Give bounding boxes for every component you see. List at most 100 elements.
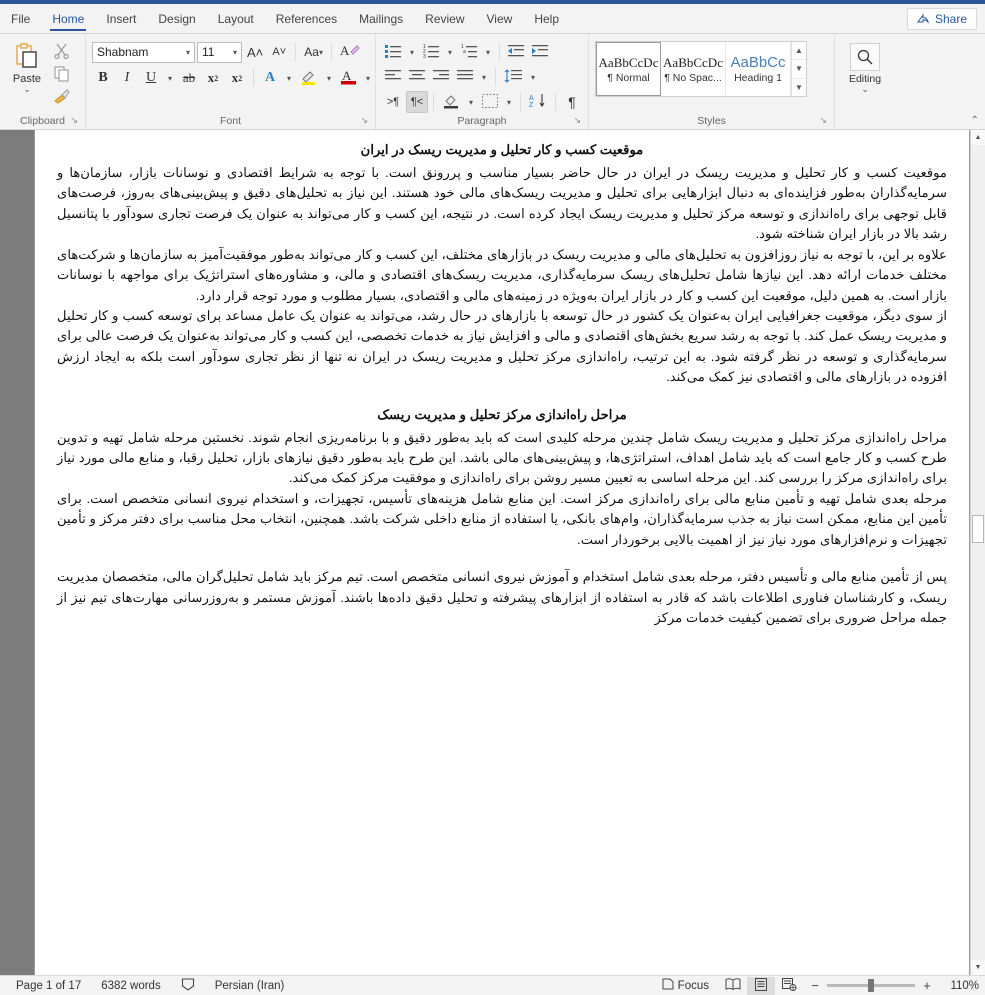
paintbrush-icon[interactable] (53, 88, 73, 108)
styles-scroll-up-icon[interactable]: ▲ (792, 42, 806, 61)
language-indicator[interactable]: Persian (Iran) (205, 980, 295, 992)
zoom-in-button[interactable]: + (921, 978, 933, 993)
font-name-chevron-down-icon[interactable]: ▾ (186, 48, 190, 57)
scroll-up-icon[interactable]: ▲ (971, 130, 985, 145)
underline-chevron-down-icon[interactable]: ▾ (164, 67, 176, 89)
grow-font-button[interactable]: A˄ (244, 41, 266, 63)
shrink-font-button[interactable]: A˅ (268, 41, 290, 63)
tab-mailings[interactable]: Mailings (348, 4, 414, 33)
tab-review[interactable]: Review (414, 4, 475, 33)
collapse-ribbon-icon[interactable]: ⌃ (971, 115, 979, 126)
zoom-level[interactable]: 110% (939, 980, 979, 992)
tab-view[interactable]: View (476, 4, 524, 33)
word-count[interactable]: 6382 words (91, 980, 170, 992)
superscript-button[interactable]: x2 (226, 67, 248, 89)
change-case-button[interactable]: Aa ▾ (301, 41, 326, 63)
text-effects-chevron-down-icon[interactable]: ▾ (283, 67, 295, 89)
web-layout-button[interactable] (775, 977, 803, 995)
style-normal[interactable]: AaBbCcDc ¶ Normal (596, 42, 661, 96)
editing-button[interactable]: Editing ⌄ (839, 39, 891, 94)
style-heading-1[interactable]: AaBbCс Heading 1 (726, 42, 791, 96)
subscript-button[interactable]: x2 (202, 67, 224, 89)
print-layout-button[interactable] (747, 976, 775, 995)
show-formatting-marks-button[interactable]: ¶ (561, 91, 583, 113)
document-area: موقعیت کسب و کار تحلیل و مدیریت ریسک در … (0, 130, 985, 975)
strikethrough-button[interactable]: ab (178, 67, 200, 89)
styles-scroll-down-icon[interactable]: ▼ (792, 60, 806, 79)
scissors-icon[interactable] (53, 42, 73, 62)
align-left-button[interactable] (382, 66, 404, 88)
scroll-down-icon[interactable]: ▼ (971, 960, 985, 975)
clipboard-dialog-launcher[interactable]: ↘ (70, 113, 78, 128)
decrease-indent-button[interactable] (505, 41, 527, 63)
styles-dialog-launcher[interactable]: ↘ (819, 113, 827, 128)
proofing-errors-icon[interactable] (171, 977, 205, 994)
vertical-scrollbar[interactable]: ▲ ▼ (970, 130, 985, 975)
align-center-icon (409, 69, 425, 85)
tab-references[interactable]: References (265, 4, 348, 33)
shading-button[interactable] (439, 91, 463, 113)
numbering-chevron-down-icon[interactable]: ▾ (444, 41, 456, 63)
tab-home[interactable]: Home (41, 4, 95, 33)
scrollbar-track[interactable] (971, 145, 985, 960)
italic-button[interactable]: I (116, 67, 138, 89)
rtl-text-direction-button[interactable]: ¶< (406, 91, 428, 113)
document-page[interactable]: موقعیت کسب و کار تحلیل و مدیریت ریسک در … (34, 130, 970, 975)
ltr-text-direction-button[interactable]: >¶ (382, 91, 404, 113)
focus-mode-button[interactable]: Focus (652, 978, 719, 993)
font-dialog-launcher[interactable]: ↘ (360, 113, 368, 128)
font-color-button[interactable]: A (337, 67, 360, 89)
justify-chevron-down-icon[interactable]: ▾ (478, 66, 490, 88)
font-size-chevron-down-icon[interactable]: ▾ (233, 48, 237, 57)
tab-insert[interactable]: Insert (95, 4, 147, 33)
editing-chevron-down-icon[interactable]: ⌄ (861, 85, 869, 94)
paste-button[interactable]: Paste ⌄ (4, 39, 50, 94)
page-indicator[interactable]: Page 1 of 17 (6, 980, 91, 992)
font-name-input[interactable]: Shabnam ▾ (92, 41, 195, 63)
change-case-chevron-down-icon[interactable]: ▾ (319, 48, 323, 57)
paragraph-dialog-launcher[interactable]: ↘ (573, 113, 581, 128)
styles-more-icon[interactable]: ▼ (792, 79, 806, 96)
highlight-chevron-down-icon[interactable]: ▾ (323, 67, 335, 89)
increase-indent-button[interactable] (529, 41, 551, 63)
shading-chevron-down-icon[interactable]: ▾ (465, 91, 477, 113)
justify-button[interactable] (454, 66, 476, 88)
copy-icon[interactable] (53, 65, 73, 85)
font-size-input[interactable]: 11 ▾ (197, 41, 242, 63)
style-no-spacing[interactable]: AaBbCcDc ¶ No Spac... (661, 42, 726, 96)
bullets-button[interactable] (382, 41, 404, 63)
multilevel-chevron-down-icon[interactable]: ▾ (482, 41, 494, 63)
zoom-track[interactable] (827, 979, 915, 992)
numbering-button[interactable]: 123 (420, 41, 442, 63)
style-normal-preview: AaBbCcDc (598, 54, 659, 70)
align-right-button[interactable] (430, 66, 452, 88)
tab-help[interactable]: Help (523, 4, 570, 33)
text-effects-button[interactable]: A (259, 67, 281, 89)
underline-button[interactable]: U (140, 67, 162, 89)
sort-button[interactable]: AZ (526, 91, 550, 113)
clear-formatting-button[interactable]: A (337, 41, 363, 63)
share-button[interactable]: Share (906, 8, 977, 30)
tab-layout[interactable]: Layout (207, 4, 265, 33)
zoom-out-button[interactable]: − (809, 978, 821, 993)
tab-file[interactable]: File (0, 4, 42, 33)
borders-button[interactable] (479, 91, 501, 113)
read-mode-button[interactable] (719, 977, 747, 995)
line-spacing-button[interactable] (501, 66, 525, 88)
font-color-chevron-down-icon[interactable]: ▾ (362, 67, 374, 89)
bold-button[interactable]: B (92, 67, 114, 89)
align-center-button[interactable] (406, 66, 428, 88)
zoom-slider[interactable]: − + (809, 978, 933, 993)
scrollbar-thumb[interactable] (972, 515, 984, 543)
zoom-thumb[interactable] (868, 979, 874, 992)
borders-chevron-down-icon[interactable]: ▾ (503, 91, 515, 113)
shading-icon (442, 93, 460, 112)
line-spacing-chevron-down-icon[interactable]: ▾ (527, 66, 539, 88)
bullets-chevron-down-icon[interactable]: ▾ (406, 41, 418, 63)
highlight-button[interactable] (297, 67, 321, 89)
tab-home-label: Home (52, 11, 85, 26)
svg-text:A: A (529, 95, 534, 102)
tab-design[interactable]: Design (147, 4, 206, 33)
paste-chevron-down-icon[interactable]: ⌄ (23, 85, 31, 94)
multilevel-list-button[interactable]: 1a (458, 41, 480, 63)
